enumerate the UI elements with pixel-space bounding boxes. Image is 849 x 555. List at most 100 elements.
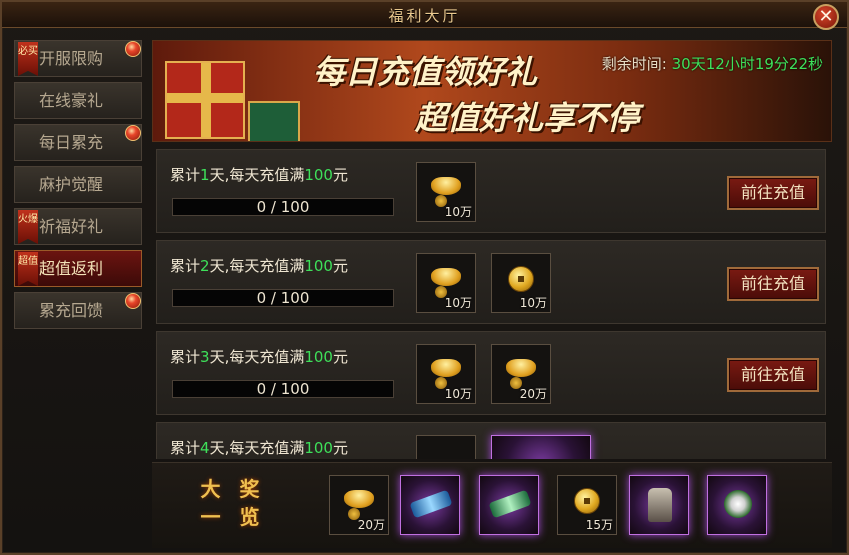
white-flower-icon xyxy=(724,490,752,518)
condition-suffix: 元 xyxy=(332,257,348,275)
reward-slot[interactable]: 10万 xyxy=(416,253,476,313)
grand-prize-title-line2: 一 览 xyxy=(200,505,266,529)
gift-box-icon xyxy=(248,101,300,141)
countdown-value: 30天12小时19分22秒 xyxy=(671,55,823,73)
condition-days: 3 xyxy=(200,348,210,366)
prize-slot[interactable]: 20万 xyxy=(329,475,389,535)
reward-amount: 10万 xyxy=(444,387,472,401)
close-icon[interactable]: ✕ xyxy=(813,4,839,30)
progress-bar: 0 / 100 xyxy=(172,380,394,398)
sidebar-item-label: 麻护觉醒 xyxy=(39,175,104,194)
sidebar-item-label: 在线豪礼 xyxy=(39,91,104,110)
reward-row: 累计2天,每天充值满100元 0 / 100 10万 10万 前往充值 xyxy=(156,240,826,324)
progress-bar: 0 / 100 xyxy=(172,198,394,216)
sidebar-item-awakening[interactable]: 麻护觉醒 xyxy=(14,166,142,203)
reward-slot[interactable]: 20万 xyxy=(491,344,551,404)
prize-slot[interactable] xyxy=(479,475,539,535)
sidebar-item-blessing[interactable]: 火爆 祈福好礼 xyxy=(14,208,142,245)
title-bar: 福利大厅 xyxy=(2,2,847,28)
condition-middle: 天,每天充值满 xyxy=(209,439,305,457)
ribbon-badge: 超值 xyxy=(18,252,38,286)
condition-amount: 100 xyxy=(304,166,333,184)
reward-row: 累计4天,每天充值满100元 xyxy=(156,422,826,459)
reward-condition: 累计1天,每天充值满100元 xyxy=(170,164,348,185)
ribbon-badge: 必买 xyxy=(18,42,38,76)
condition-amount: 100 xyxy=(304,348,333,366)
condition-prefix: 累计 xyxy=(170,166,201,184)
reward-amount: 15万 xyxy=(585,518,613,532)
condition-middle: 天,每天充值满 xyxy=(209,257,305,275)
green-rune-icon xyxy=(488,489,532,519)
welfare-hall-window: 福利大厅 ✕ 必买 开服限购 在线豪礼 每日累充 麻护觉醒 火爆 祈福好礼 超值… xyxy=(0,0,849,555)
condition-prefix: 累计 xyxy=(170,348,201,366)
reward-amount: 10万 xyxy=(444,296,472,310)
reward-condition: 累计2天,每天充值满100元 xyxy=(170,255,348,276)
reward-slot[interactable]: 10万 xyxy=(491,253,551,313)
reward-condition: 累计3天,每天充值满100元 xyxy=(170,346,348,367)
gold-ingot-icon xyxy=(344,490,374,520)
reward-list[interactable]: 累计1天,每天充值满100元 0 / 100 10万 前往充值 累计2天,每天充… xyxy=(156,149,826,459)
go-recharge-button[interactable]: 前往充值 xyxy=(727,176,819,210)
sidebar-item-label: 开服限购 xyxy=(39,49,104,68)
sidebar-item-opening-limited[interactable]: 必买 开服限购 xyxy=(14,40,142,77)
grand-prize-bar: 大 奖 一 览 20万 15万 xyxy=(152,462,832,548)
go-recharge-button[interactable]: 前往充值 xyxy=(727,267,819,301)
reward-slot[interactable]: 10万 xyxy=(416,344,476,404)
condition-days: 1 xyxy=(200,166,210,184)
reward-amount: 10万 xyxy=(444,205,472,219)
sidebar-item-label: 祈福好礼 xyxy=(39,217,104,236)
condition-suffix: 元 xyxy=(332,166,348,184)
gold-ingot-icon xyxy=(431,359,461,389)
countdown-timer: 剩余时间: 30天12小时19分22秒 xyxy=(602,53,823,74)
gold-coin-icon xyxy=(508,266,534,292)
condition-middle: 天,每天充值满 xyxy=(209,166,305,184)
reward-amount: 10万 xyxy=(519,296,547,310)
reward-slot[interactable] xyxy=(416,435,476,459)
reward-row: 累计3天,每天充值满100元 0 / 100 10万 20万 前往充值 xyxy=(156,331,826,415)
condition-amount: 100 xyxy=(304,257,333,275)
reward-amount: 20万 xyxy=(357,518,385,532)
go-recharge-button[interactable]: 前往充值 xyxy=(727,358,819,392)
prize-slot[interactable] xyxy=(707,475,767,535)
prize-slot[interactable] xyxy=(400,475,460,535)
reward-slot[interactable] xyxy=(491,435,591,459)
condition-suffix: 元 xyxy=(332,439,348,457)
sidebar-item-daily-recharge[interactable]: 每日累充 xyxy=(14,124,142,161)
condition-days: 2 xyxy=(200,257,210,275)
condition-suffix: 元 xyxy=(332,348,348,366)
countdown-label: 剩余时间: xyxy=(601,55,667,73)
gold-ingot-icon xyxy=(431,268,461,298)
progress-bar: 0 / 100 xyxy=(172,289,394,307)
sidebar-item-online-gifts[interactable]: 在线豪礼 xyxy=(14,82,142,119)
sidebar: 必买 开服限购 在线豪礼 每日累充 麻护觉醒 火爆 祈福好礼 超值 超值返利 累… xyxy=(14,40,146,334)
ribbon-badge: 火爆 xyxy=(18,210,38,244)
sidebar-item-value-rebate[interactable]: 超值 超值返利 xyxy=(14,250,142,287)
window-title: 福利大厅 xyxy=(388,7,461,25)
sidebar-item-label: 每日累充 xyxy=(39,133,104,152)
blue-rune-icon xyxy=(409,489,453,519)
condition-days: 4 xyxy=(200,439,210,457)
notification-dot-icon xyxy=(125,125,141,141)
sidebar-item-recharge-feedback[interactable]: 累充回馈 xyxy=(14,292,142,329)
prize-slot[interactable] xyxy=(629,475,689,535)
reward-amount: 20万 xyxy=(519,387,547,401)
promo-banner: 每日充值领好礼 超值好礼享不停 剩余时间: 30天12小时19分22秒 xyxy=(152,40,832,142)
sidebar-item-label: 累充回馈 xyxy=(39,301,104,320)
gold-ingot-icon xyxy=(431,177,461,207)
reward-row: 累计1天,每天充值满100元 0 / 100 10万 前往充值 xyxy=(156,149,826,233)
banner-headline: 每日充值领好礼 xyxy=(313,53,538,91)
grand-prize-title-line1: 大 奖 xyxy=(200,477,266,501)
condition-middle: 天,每天充值满 xyxy=(209,348,305,366)
condition-prefix: 累计 xyxy=(170,257,201,275)
notification-dot-icon xyxy=(125,293,141,309)
reward-slot[interactable]: 10万 xyxy=(416,162,476,222)
gift-box-icon xyxy=(165,61,245,139)
gold-ingot-icon xyxy=(506,359,536,389)
grand-prize-title: 大 奖 一 览 xyxy=(188,475,278,539)
banner-subheadline: 超值好礼享不停 xyxy=(415,99,640,137)
gold-coin-icon xyxy=(574,488,600,514)
armor-icon xyxy=(648,488,672,522)
sidebar-item-label: 超值返利 xyxy=(39,259,104,278)
prize-slot[interactable]: 15万 xyxy=(557,475,617,535)
condition-amount: 100 xyxy=(304,439,333,457)
